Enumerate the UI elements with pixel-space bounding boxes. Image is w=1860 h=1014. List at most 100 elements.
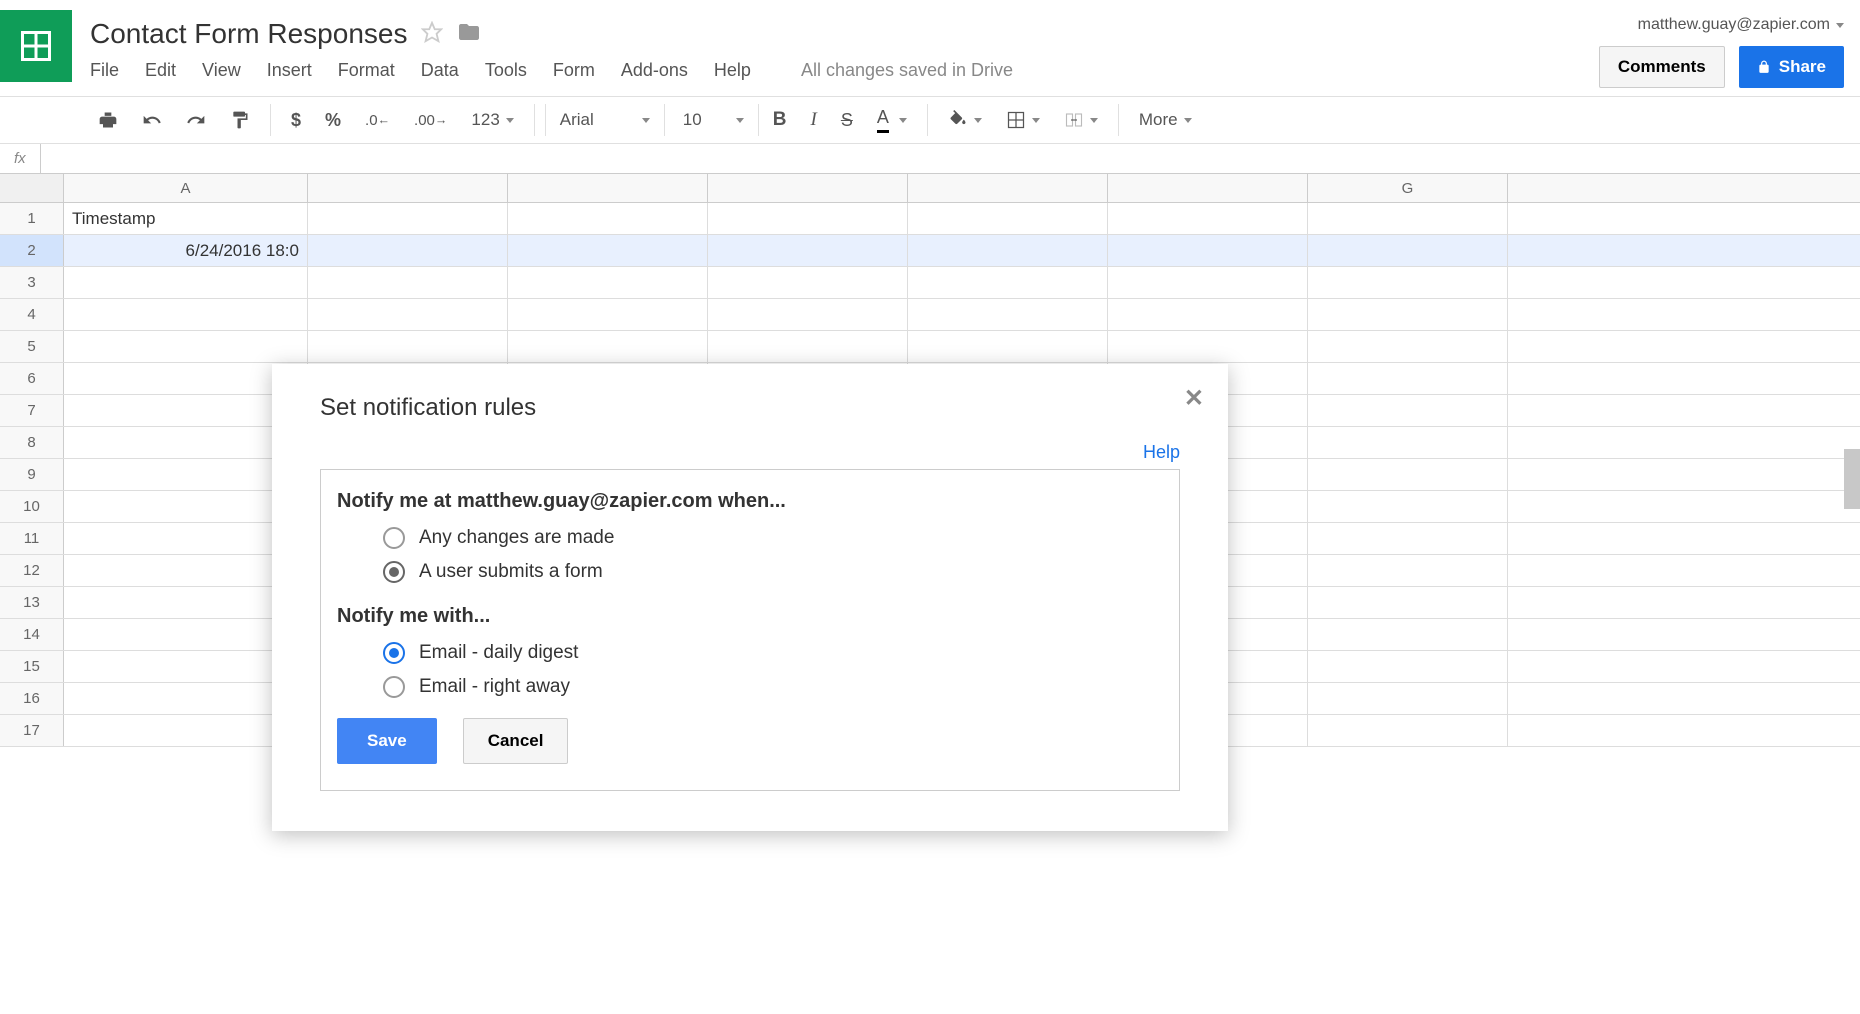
column-header[interactable] xyxy=(708,174,908,202)
menu-data[interactable]: Data xyxy=(421,60,459,81)
menu-tools[interactable]: Tools xyxy=(485,60,527,81)
column-header[interactable]: G xyxy=(1308,174,1508,202)
cell[interactable] xyxy=(708,267,908,298)
cell[interactable] xyxy=(508,267,708,298)
percent-icon[interactable]: % xyxy=(315,104,351,137)
cell[interactable] xyxy=(908,299,1108,330)
menu-edit[interactable]: Edit xyxy=(145,60,176,81)
cell[interactable] xyxy=(308,299,508,330)
cell[interactable] xyxy=(908,235,1108,266)
column-header[interactable] xyxy=(508,174,708,202)
cell[interactable] xyxy=(1308,363,1508,394)
cell[interactable] xyxy=(308,267,508,298)
cell[interactable] xyxy=(708,203,908,234)
redo-icon[interactable] xyxy=(176,104,216,136)
row-header[interactable]: 2 xyxy=(0,235,64,266)
cell[interactable] xyxy=(708,331,908,362)
number-format-dropdown[interactable]: 123 xyxy=(461,104,523,136)
font-family-dropdown[interactable]: Arial xyxy=(545,104,665,136)
document-title[interactable]: Contact Form Responses xyxy=(90,18,407,50)
font-size-dropdown[interactable]: 10 xyxy=(669,104,759,136)
italic-icon[interactable]: I xyxy=(801,103,827,137)
cell[interactable] xyxy=(508,235,708,266)
row-header[interactable]: 10 xyxy=(0,491,64,522)
cell[interactable] xyxy=(1308,235,1508,266)
cell[interactable] xyxy=(708,235,908,266)
cell[interactable] xyxy=(708,299,908,330)
cell[interactable] xyxy=(308,203,508,234)
select-all-corner[interactable] xyxy=(0,174,64,202)
column-header[interactable] xyxy=(908,174,1108,202)
save-button[interactable]: Save xyxy=(337,718,437,764)
currency-icon[interactable]: $ xyxy=(281,104,311,137)
borders-dropdown[interactable] xyxy=(996,104,1050,136)
cell[interactable] xyxy=(1308,427,1508,458)
cell[interactable]: 6/24/2016 18:0 xyxy=(64,235,308,266)
cancel-button[interactable]: Cancel xyxy=(463,718,569,764)
close-icon[interactable]: ✕ xyxy=(1184,384,1204,413)
undo-icon[interactable] xyxy=(132,104,172,136)
cell[interactable] xyxy=(308,235,508,266)
scrollbar-thumb[interactable] xyxy=(1844,449,1860,509)
row-header[interactable]: 15 xyxy=(0,651,64,682)
row-header[interactable]: 1 xyxy=(0,203,64,234)
cell[interactable] xyxy=(508,203,708,234)
cell[interactable] xyxy=(908,267,1108,298)
cell[interactable] xyxy=(1108,203,1308,234)
cell[interactable] xyxy=(1308,619,1508,650)
row-header[interactable]: 11 xyxy=(0,523,64,554)
decrease-decimal-icon[interactable]: .0← xyxy=(355,106,400,135)
radio-daily-digest[interactable]: Email - daily digest xyxy=(383,642,1163,664)
row-header[interactable]: 16 xyxy=(0,683,64,714)
radio-right-away[interactable]: Email - right away xyxy=(383,676,1163,698)
column-header[interactable] xyxy=(1108,174,1308,202)
cell[interactable] xyxy=(508,299,708,330)
menu-help[interactable]: Help xyxy=(714,60,751,81)
cell[interactable]: Timestamp xyxy=(64,203,308,234)
user-account[interactable]: matthew.guay@zapier.com xyxy=(1638,16,1844,34)
cell[interactable] xyxy=(1308,683,1508,714)
cell[interactable] xyxy=(1108,299,1308,330)
row-header[interactable]: 4 xyxy=(0,299,64,330)
row-header[interactable]: 5 xyxy=(0,331,64,362)
cell[interactable] xyxy=(1108,331,1308,362)
row-header[interactable]: 14 xyxy=(0,619,64,650)
cell[interactable] xyxy=(1108,267,1308,298)
cell[interactable] xyxy=(1308,715,1508,746)
share-button[interactable]: Share xyxy=(1739,46,1844,88)
folder-icon[interactable] xyxy=(457,20,481,49)
print-icon[interactable] xyxy=(88,104,128,136)
row-header[interactable]: 13 xyxy=(0,587,64,618)
row-header[interactable]: 6 xyxy=(0,363,64,394)
cell[interactable] xyxy=(1308,523,1508,554)
row-header[interactable]: 9 xyxy=(0,459,64,490)
cell[interactable] xyxy=(1308,267,1508,298)
row-header[interactable]: 17 xyxy=(0,715,64,746)
bold-icon[interactable]: B xyxy=(763,103,797,137)
cell[interactable] xyxy=(1308,203,1508,234)
column-header[interactable] xyxy=(308,174,508,202)
menu-form[interactable]: Form xyxy=(553,60,595,81)
star-icon[interactable] xyxy=(421,21,443,48)
radio-user-submits-form[interactable]: A user submits a form xyxy=(383,561,1163,583)
increase-decimal-icon[interactable]: .00→ xyxy=(404,106,457,135)
cell[interactable] xyxy=(908,203,1108,234)
comments-button[interactable]: Comments xyxy=(1599,46,1725,88)
menu-view[interactable]: View xyxy=(202,60,241,81)
cell[interactable] xyxy=(1308,651,1508,682)
strikethrough-icon[interactable]: S xyxy=(831,104,863,137)
cell[interactable] xyxy=(1308,555,1508,586)
row-header[interactable]: 7 xyxy=(0,395,64,426)
text-color-dropdown[interactable]: A xyxy=(867,101,917,139)
cell[interactable] xyxy=(1308,331,1508,362)
cell[interactable] xyxy=(508,331,708,362)
cell[interactable] xyxy=(64,299,308,330)
cell[interactable] xyxy=(1308,299,1508,330)
cell[interactable] xyxy=(64,331,308,362)
cell[interactable] xyxy=(1308,491,1508,522)
help-link[interactable]: Help xyxy=(1143,442,1180,462)
more-toolbar-dropdown[interactable]: More xyxy=(1129,104,1202,136)
fill-color-dropdown[interactable] xyxy=(938,104,992,136)
cell[interactable] xyxy=(908,331,1108,362)
cell[interactable] xyxy=(1308,395,1508,426)
